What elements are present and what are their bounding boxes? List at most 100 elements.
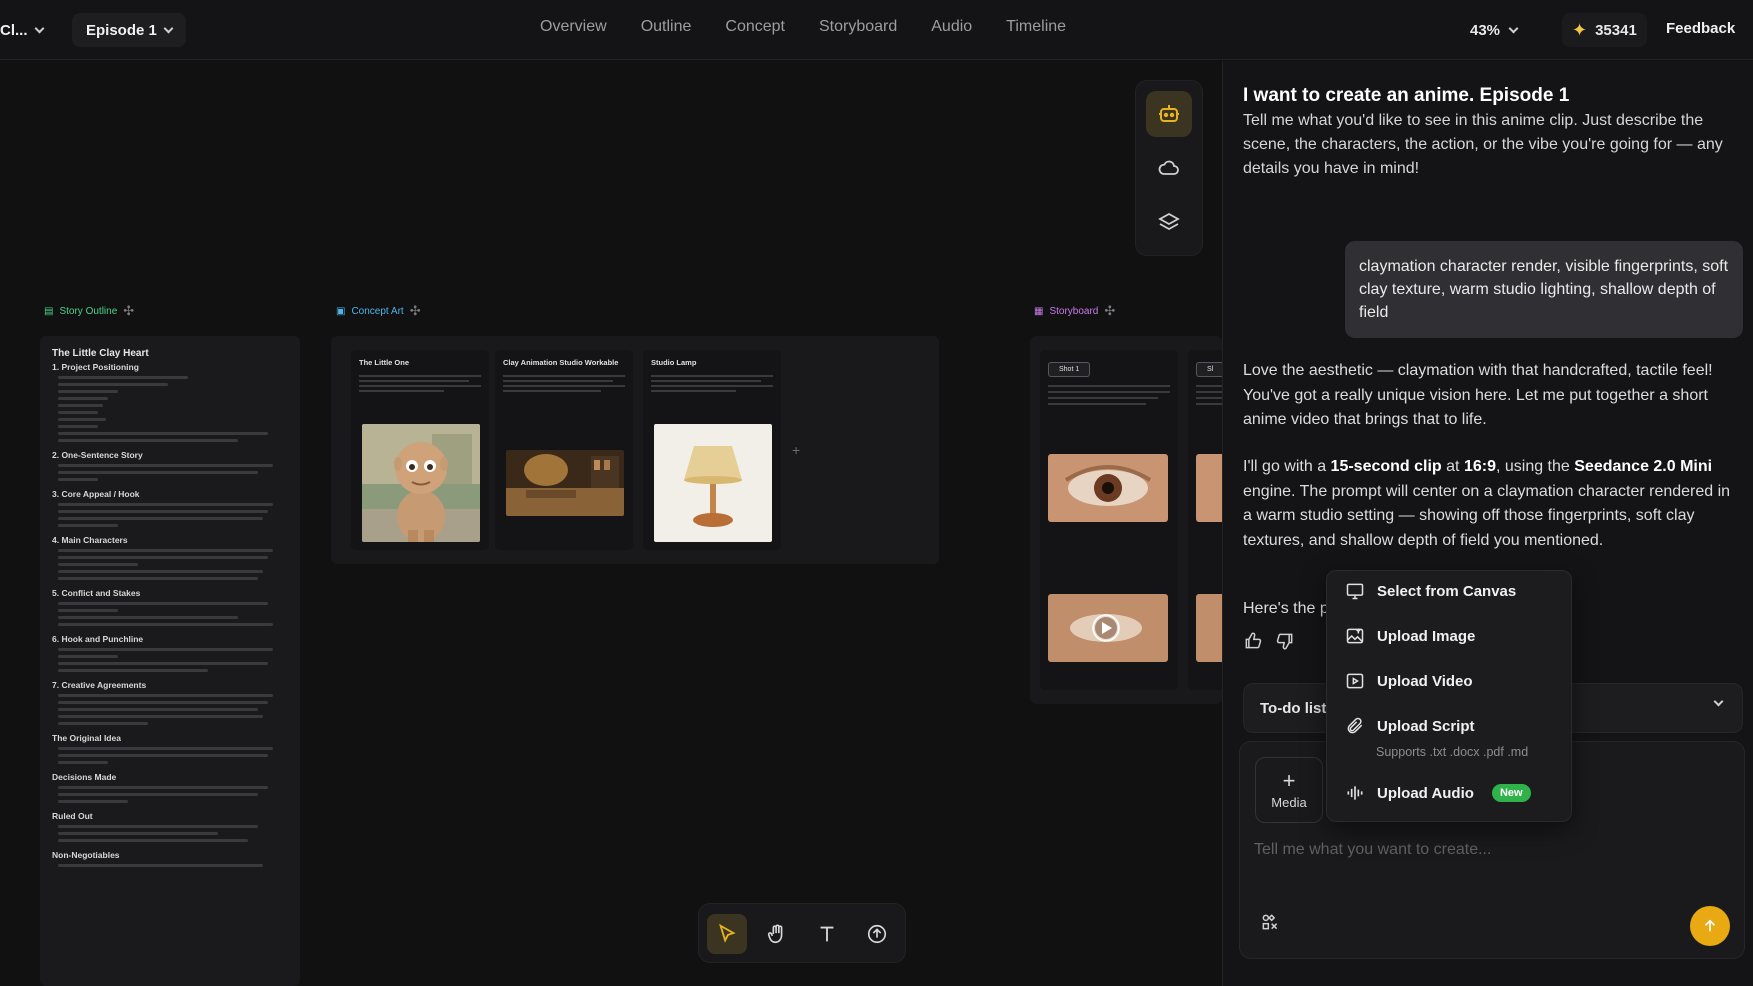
- top-bar: Cl... Episode 1 Overview Outline Concept…: [0, 0, 1753, 60]
- outline-section: 7. Creative Agreements: [52, 680, 147, 690]
- todo-label: To-do list: [1260, 700, 1327, 717]
- group-concept-art[interactable]: ▣ Concept Art ✣: [336, 303, 421, 319]
- outline-section: 1. Project Positioning: [52, 362, 139, 372]
- concept-card[interactable]: Clay Animation Studio Workable: [495, 350, 633, 550]
- media-button[interactable]: + Media: [1255, 757, 1323, 823]
- studio-workspace-image: [506, 450, 624, 516]
- menu-upload-audio[interactable]: Upload Audio New: [1345, 783, 1531, 803]
- chevron-down-icon: [1508, 23, 1519, 33]
- thumbs-down-icon[interactable]: [1275, 631, 1295, 651]
- monitor-icon: [1346, 583, 1364, 600]
- canvas-toolbar: [698, 903, 906, 963]
- assistant-intro: Tell me what you'd like to see in this a…: [1243, 112, 1723, 177]
- add-card-icon[interactable]: +: [792, 442, 800, 458]
- concept-card[interactable]: The Little One: [351, 350, 489, 550]
- chevron-down-icon: [1713, 696, 1724, 707]
- credits-badge[interactable]: ✦ 35341: [1562, 13, 1647, 47]
- group-storyboard[interactable]: ▦ Storyboard ✣: [1034, 303, 1115, 319]
- group-label: Storyboard: [1049, 305, 1099, 317]
- tab-overview[interactable]: Overview: [540, 18, 607, 36]
- tab-concept[interactable]: Concept: [725, 18, 785, 36]
- layers-button[interactable]: [1146, 199, 1192, 245]
- tab-timeline[interactable]: Timeline: [1006, 18, 1066, 36]
- sparkle-icon: ✦: [1572, 19, 1588, 40]
- chat-panel: I want to create an anime. Episode 1 Tel…: [1222, 61, 1753, 986]
- menu-item-label: Upload Video: [1377, 672, 1473, 690]
- shapes-settings-icon: [1262, 914, 1278, 930]
- nav-tabs: Overview Outline Concept Storyboard Audi…: [540, 18, 1066, 36]
- layers-icon: [1158, 212, 1180, 231]
- group-story-outline[interactable]: ▤ Story Outline ✣: [44, 303, 134, 319]
- tab-outline[interactable]: Outline: [641, 18, 692, 36]
- media-label: Media: [1271, 794, 1307, 810]
- assistant-reply-details: I'll go with a 15-second clip at 16:9, u…: [1243, 458, 1731, 549]
- menu-upload-video[interactable]: Upload Video: [1345, 671, 1473, 691]
- menu-item-label: Upload Audio: [1377, 784, 1474, 802]
- hand-icon: [767, 924, 783, 944]
- add-icon[interactable]: ✣: [1104, 303, 1115, 319]
- episode-dropdown[interactable]: Episode 1: [72, 13, 186, 47]
- feedback-button[interactable]: Feedback: [1666, 20, 1735, 37]
- outline-section: The Original Idea: [52, 733, 121, 743]
- paperclip-icon: [1347, 717, 1363, 734]
- arrow-up-icon: [1704, 919, 1716, 932]
- eye-closeup-image: [1048, 454, 1168, 522]
- add-icon[interactable]: ✣: [410, 303, 421, 319]
- user-message: claymation character render, visible fin…: [1345, 241, 1743, 338]
- chevron-down-icon: [34, 23, 44, 33]
- new-badge: New: [1491, 784, 1531, 802]
- robot-icon: [1159, 105, 1179, 122]
- menu-upload-script[interactable]: Upload Script: [1345, 716, 1475, 736]
- script-format-hint: Supports .txt .docx .pdf .md: [1376, 745, 1529, 759]
- agent-button[interactable]: [1146, 91, 1192, 137]
- outline-section: Ruled Out: [52, 811, 93, 821]
- upload-tool[interactable]: [857, 914, 897, 954]
- zoom-dropdown[interactable]: 43%: [1470, 16, 1519, 44]
- text-tool[interactable]: [807, 914, 847, 954]
- video-upload-icon: [1346, 673, 1364, 689]
- cloud-button[interactable]: [1146, 145, 1192, 191]
- project-label: Cl...: [0, 21, 28, 39]
- concept-group-icon: ▣: [336, 305, 346, 317]
- send-button[interactable]: [1690, 906, 1730, 946]
- concept-card[interactable]: Studio Lamp: [643, 350, 781, 550]
- audio-wave-icon: [1347, 786, 1363, 800]
- studio-lamp-image: [654, 424, 772, 542]
- cloud-icon: [1158, 160, 1179, 175]
- plus-icon: +: [1282, 767, 1296, 793]
- clay-character-image: [362, 424, 480, 542]
- canvas[interactable]: ▤ Story Outline ✣ ▣ Concept Art ✣ ▦ Stor…: [0, 61, 1222, 986]
- zoom-level: 43%: [1470, 21, 1501, 39]
- prompt-input[interactable]: [1254, 838, 1674, 862]
- settings-button[interactable]: [1260, 912, 1280, 932]
- project-dropdown[interactable]: Cl...: [0, 16, 44, 44]
- shot-tag: Sl: [1196, 362, 1222, 377]
- aspect-ratio: 16:9: [1463, 458, 1496, 475]
- chevron-down-icon: [163, 23, 174, 33]
- image-upload-icon: [1346, 628, 1364, 644]
- menu-item-label: Select from Canvas: [1377, 582, 1517, 600]
- hand-tool[interactable]: [757, 914, 797, 954]
- outline-section: 6. Hook and Punchline: [52, 634, 144, 644]
- group-label: Concept Art: [351, 305, 404, 317]
- concept-art-group[interactable]: The Little One Clay Animation Studio Wor…: [331, 336, 939, 564]
- media-upload-menu: Select from Canvas Upload Image Upload V…: [1326, 570, 1572, 822]
- tab-audio[interactable]: Audio: [931, 18, 972, 36]
- text-icon: [820, 926, 834, 942]
- add-icon[interactable]: ✣: [123, 303, 134, 319]
- select-tool[interactable]: [707, 914, 747, 954]
- menu-upload-image[interactable]: Upload Image: [1345, 626, 1475, 646]
- shot-image: [1196, 594, 1222, 662]
- menu-item-label: Upload Image: [1377, 627, 1476, 645]
- shot-card[interactable]: Shot 1: [1040, 350, 1178, 690]
- story-outline-card[interactable]: The Little Clay Heart 1. Project Positio…: [40, 336, 300, 986]
- storyboard-group[interactable]: Shot 1 Sl: [1030, 336, 1222, 704]
- outline-title: The Little Clay Heart: [52, 348, 149, 359]
- shot-card[interactable]: Sl: [1188, 350, 1222, 690]
- tab-storyboard[interactable]: Storyboard: [819, 18, 897, 36]
- video-thumbnail[interactable]: [1048, 594, 1168, 662]
- menu-select-from-canvas[interactable]: Select from Canvas: [1345, 581, 1516, 601]
- thumbs-up-icon[interactable]: [1243, 631, 1263, 651]
- outline-section: 5. Conflict and Stakes: [52, 588, 141, 598]
- credits-count: 35341: [1595, 21, 1637, 39]
